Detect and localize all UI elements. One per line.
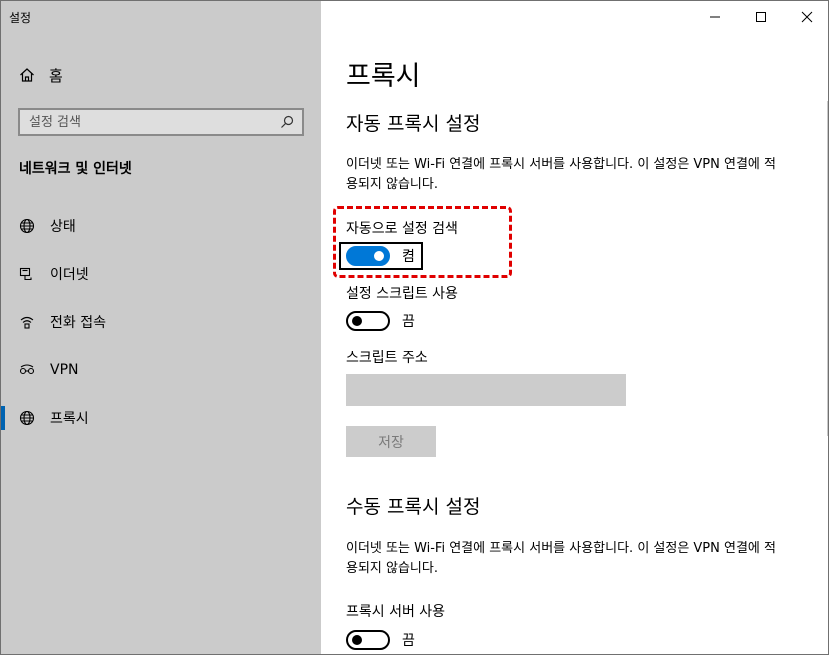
proxy-server-row: 끔 — [346, 628, 415, 652]
proxy-server-label: 프록시 서버 사용 — [346, 604, 446, 620]
search-box[interactable] — [18, 108, 304, 136]
setup-script-row: 끔 — [346, 309, 415, 333]
minimize-icon — [710, 16, 720, 18]
home-label: 홈 — [49, 66, 63, 85]
close-icon — [801, 11, 813, 23]
manual-proxy-heading: 수동 프록시 설정 — [346, 496, 481, 518]
auto-proxy-heading: 자동 프록시 설정 — [346, 113, 481, 135]
section-title: 네트워크 및 인터넷 — [19, 161, 132, 177]
sidebar-item-ethernet[interactable]: 이더넷 — [1, 256, 321, 292]
sidebar-item-label: 전화 접속 — [50, 315, 106, 331]
sidebar: 설정 홈 네트워크 및 인터넷 상태 — [1, 1, 321, 654]
proxy-server-toggle[interactable] — [346, 630, 390, 650]
save-button[interactable]: 저장 — [346, 426, 436, 457]
sidebar-item-proxy[interactable]: 프록시 — [1, 400, 321, 436]
search-icon[interactable] — [280, 115, 294, 129]
sidebar-item-label: 상태 — [50, 219, 76, 235]
vpn-icon — [19, 364, 35, 375]
auto-proxy-description: 이더넷 또는 Wi-Fi 연결에 프록시 서버를 사용합니다. 이 설정은 VP… — [346, 157, 776, 192]
home-link[interactable]: 홈 — [19, 63, 63, 87]
setup-script-toggle[interactable] — [346, 311, 390, 331]
ethernet-icon — [19, 267, 32, 281]
sidebar-item-dialup[interactable]: 전화 접속 — [1, 304, 321, 340]
globe-icon — [19, 218, 35, 234]
script-address-input[interactable] — [346, 374, 626, 406]
auto-detect-toggle[interactable] — [346, 246, 390, 266]
settings-window: 설정 홈 네트워크 및 인터넷 상태 — [0, 0, 829, 655]
sidebar-item-label: 프록시 — [50, 411, 89, 427]
script-address-label: 스크립트 주소 — [346, 350, 428, 366]
close-button[interactable] — [784, 1, 828, 33]
home-icon — [20, 68, 34, 82]
auto-detect-state: 켬 — [402, 249, 415, 265]
setup-script-label: 설정 스크립트 사용 — [346, 286, 458, 302]
search-input[interactable] — [29, 114, 280, 130]
page-title: 프록시 — [346, 61, 421, 92]
main-content: 프록시 자동 프록시 설정 이더넷 또는 Wi-Fi 연결에 프록시 서버를 사… — [321, 1, 828, 654]
manual-proxy-description: 이더넷 또는 Wi-Fi 연결에 프록시 서버를 사용합니다. 이 설정은 VP… — [346, 541, 776, 576]
sidebar-item-label: VPN — [50, 362, 79, 378]
sidebar-item-status[interactable]: 상태 — [1, 208, 321, 244]
app-title: 설정 — [9, 11, 32, 25]
proxy-server-state: 끔 — [402, 633, 415, 649]
minimize-button[interactable] — [692, 1, 738, 33]
auto-detect-label: 자동으로 설정 검색 — [346, 221, 458, 237]
maximize-button[interactable] — [738, 1, 784, 33]
sidebar-item-vpn[interactable]: VPN — [1, 352, 321, 388]
globe-icon — [19, 410, 35, 426]
window-controls — [692, 1, 828, 33]
auto-detect-row: 켬 — [346, 244, 415, 268]
maximize-icon — [756, 12, 766, 22]
sidebar-item-label: 이더넷 — [50, 267, 89, 283]
dialup-icon — [20, 316, 34, 329]
setup-script-state: 끔 — [402, 314, 415, 330]
